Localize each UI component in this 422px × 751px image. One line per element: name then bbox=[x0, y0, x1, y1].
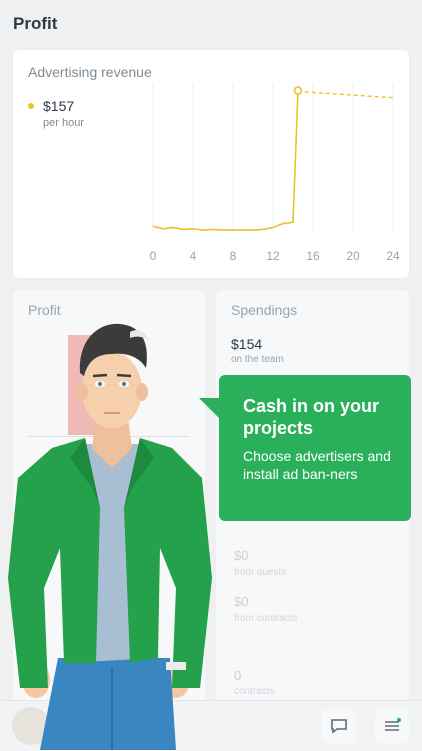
quests-sub: from quests bbox=[234, 567, 287, 578]
spendings-sub: on the team bbox=[231, 354, 284, 365]
tooltip-body: Choose advertisers and install ad ban-ne… bbox=[243, 448, 391, 482]
revenue-chart: 0 4 8 12 16 20 24 bbox=[150, 84, 400, 263]
x-tick-label: 16 bbox=[306, 249, 320, 263]
x-tick-label: 8 bbox=[230, 249, 237, 263]
character-illustration bbox=[8, 323, 212, 750]
x-tick-label: 24 bbox=[386, 249, 400, 263]
contracts-count-sub: contracts bbox=[234, 686, 275, 697]
x-tick-label: 12 bbox=[266, 249, 280, 263]
contracts-count-value: 0 bbox=[234, 668, 242, 683]
menu-icon bbox=[385, 718, 401, 731]
chat-icon bbox=[331, 719, 347, 734]
revenue-card: Advertising revenue $157 per hour 0 4 8 12 1… bbox=[13, 50, 409, 278]
x-tick-label: 20 bbox=[346, 249, 360, 263]
spendings-card-title: Spendings bbox=[231, 302, 298, 318]
contracts-income-value: $0 bbox=[234, 594, 249, 609]
contracts-income-sub: from contracts bbox=[234, 613, 298, 624]
tooltip-tail bbox=[199, 398, 221, 420]
x-tick-label: 4 bbox=[190, 249, 197, 263]
spendings-value: $154 bbox=[231, 336, 263, 352]
projected-line bbox=[297, 89, 394, 99]
tooltip-bubble[interactable]: Cash in on your projects Choose advertis… bbox=[219, 375, 411, 521]
menu-button[interactable] bbox=[375, 709, 409, 743]
page-title: Profit bbox=[13, 14, 58, 33]
quests-value: $0 bbox=[234, 548, 249, 563]
tooltip-heading: Cash in on your projects bbox=[243, 396, 380, 438]
chat-button[interactable] bbox=[322, 709, 356, 743]
profit-card-title: Profit bbox=[28, 302, 61, 318]
x-tick-label: 0 bbox=[150, 249, 157, 263]
current-point bbox=[293, 86, 303, 95]
revenue-line bbox=[152, 90, 299, 231]
